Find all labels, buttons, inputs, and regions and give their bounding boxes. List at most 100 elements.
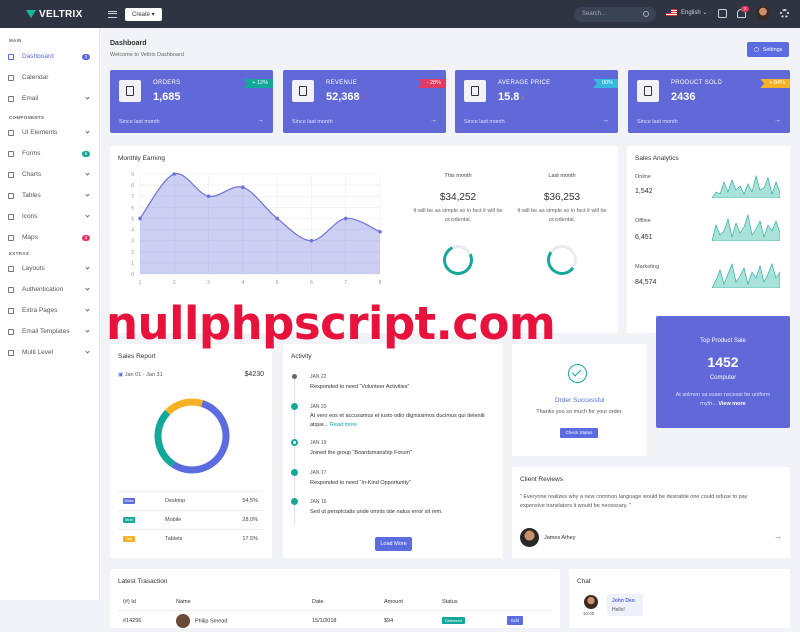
date-range-text: Jan 01 - Jan 31 <box>124 372 163 378</box>
timeline-date: JAN 19 <box>310 440 327 446</box>
data-point <box>241 185 245 190</box>
order-successful-card: Order Successful Thanks you so much for … <box>512 344 647 456</box>
stat-value: 1,685 <box>153 91 181 103</box>
language-selector[interactable]: English ⌄ <box>666 9 707 16</box>
customer-name: Philip Smead <box>195 618 228 625</box>
gear-icon <box>753 47 759 52</box>
layers-icon <box>292 80 314 102</box>
arrow-right-icon[interactable]: → <box>602 117 609 124</box>
list-icon <box>8 349 14 356</box>
sidebar-item-label: Calendar <box>22 74 49 81</box>
review-quote: ” Everyone realizes why a new common lan… <box>520 494 748 509</box>
sidebar-item-maps[interactable]: Maps 2 <box>0 227 99 248</box>
this-month-ring <box>438 240 478 280</box>
timeline-date: JAN 20 <box>310 404 327 410</box>
sidebar-item-multi-level[interactable]: Multi Level <box>0 342 99 363</box>
timeline-text: Responded to need “Volunteer Activities” <box>310 384 410 390</box>
cell-date: 15/1/2018 <box>312 618 337 625</box>
x-tick-label: 6 <box>310 280 313 286</box>
sidebar-item-label: Charts <box>22 171 42 178</box>
chevron-down-icon <box>85 307 90 312</box>
last-month-value: $36,253 <box>543 192 581 203</box>
y-tick-label: 8 <box>131 183 134 189</box>
stat-title: AVERAGE PRICE <box>498 80 551 86</box>
sidebar-item-forms[interactable]: Forms 6 <box>0 143 99 164</box>
data-point <box>378 229 382 234</box>
client-reviews-card: Client Reviews ” Everyone realizes why a… <box>512 467 790 558</box>
chevron-down-icon <box>85 129 90 134</box>
last-month-label: Last month <box>548 173 576 179</box>
read-more-link[interactable]: Read more <box>330 422 357 428</box>
view-more-link[interactable]: View more <box>718 401 745 407</box>
edit-button[interactable]: Edit <box>507 616 523 626</box>
chevron-down-icon <box>85 286 90 291</box>
arrow-right-icon[interactable]: → <box>257 117 264 124</box>
notification-badge: 3 <box>741 6 749 12</box>
card-title: Sales Report <box>118 353 156 360</box>
timeline-date: JAN 17 <box>310 470 327 476</box>
sidebar-item-extra-pages[interactable]: Extra Pages <box>0 300 99 321</box>
legend-value: 54.5% <box>242 498 258 504</box>
this-month-value: $34,252 <box>439 192 477 203</box>
sidebar-item-dashboard[interactable]: Dashboard 2 <box>0 46 99 67</box>
menu-icon[interactable] <box>108 10 117 18</box>
sidebar-item-label: UI Elements <box>22 129 58 136</box>
cell-amount: $94 <box>384 618 394 625</box>
chat-sender: John Deo <box>612 598 635 604</box>
chat-avatar <box>584 595 598 609</box>
timeline-dot <box>292 374 297 379</box>
sidebar-badge: 2 <box>82 53 90 60</box>
sidebar-item-calendar[interactable]: Calendar <box>0 67 99 88</box>
fullscreen-icon[interactable] <box>718 9 727 18</box>
stat-value: 52,368 <box>326 91 360 103</box>
chevron-down-icon <box>85 171 90 176</box>
x-tick-label: 7 <box>344 280 347 286</box>
legend-row-desktop: Desk Desktop 54.5% <box>118 491 263 510</box>
sidebar-badge: 2 <box>82 234 90 241</box>
sidebar-item-ui-elements[interactable]: UI Elements <box>0 122 99 143</box>
x-tick-label: 4 <box>241 280 244 286</box>
user-avatar[interactable] <box>756 6 770 20</box>
settings-button[interactable]: Settings <box>747 42 789 57</box>
stat-footer: Since last month <box>119 119 160 125</box>
chevron-down-icon <box>85 349 90 354</box>
chart-icon <box>8 171 14 178</box>
gear-icon[interactable] <box>780 9 789 18</box>
arrow-right-icon[interactable]: → <box>774 117 781 124</box>
sidebar-item-email[interactable]: Email <box>0 88 99 109</box>
card-title: Chat <box>577 578 591 585</box>
column-header: Date <box>312 599 324 606</box>
card-title: Sales Analytics <box>635 155 679 162</box>
stat-footer: Since last month <box>464 119 505 125</box>
sidebar-badge: 6 <box>82 150 90 157</box>
map-icon <box>8 234 14 241</box>
sidebar-item-tables[interactable]: Tables <box>0 185 99 206</box>
sidebar-item-icons[interactable]: Icons <box>0 206 99 227</box>
date-range: ▣ Jan 01 - Jan 31 <box>118 372 163 378</box>
arrow-right-icon[interactable]: → <box>774 532 782 541</box>
arrow-right-icon[interactable]: → <box>430 117 437 124</box>
load-more-button[interactable]: Load More <box>375 537 412 551</box>
create-button[interactable]: Create ▾ <box>125 7 162 21</box>
page-subtitle: Welcome to Veltrix Dashboard <box>110 52 184 58</box>
watermark-text: nullphpscript.com <box>106 297 556 350</box>
sidebar-item-label: Multi Level <box>22 349 54 356</box>
this-month-text: It will be as simple as in fact it will … <box>413 208 503 223</box>
check-status-button[interactable]: Check Status <box>560 428 598 438</box>
sidebar-item-authentication[interactable]: Authentication <box>0 279 99 300</box>
sidebar-item-label: Extra Pages <box>22 307 58 314</box>
timeline-item: JAN 19 Joined the group “Boardsmanship Fo… <box>310 440 412 456</box>
y-tick-label: 4 <box>131 228 134 234</box>
arrow-down-icon: ↓ <box>521 94 525 101</box>
tag-icon <box>464 80 486 102</box>
search-input[interactable]: Search... <box>574 7 656 22</box>
table-row: #14256 Philip Smead 15/1/2018 $94 Delive… <box>118 610 552 632</box>
sidebar-item-email-templates[interactable]: Email Templates <box>0 321 99 342</box>
x-tick-label: 2 <box>173 280 176 286</box>
sidebar-item-layouts[interactable]: Layouts <box>0 258 99 279</box>
forms-icon <box>8 150 14 157</box>
brand-logo[interactable]: VELTRIX <box>0 9 100 20</box>
chevron-down-icon <box>85 213 90 218</box>
language-label: English <box>681 9 701 16</box>
sidebar-item-charts[interactable]: Charts <box>0 164 99 185</box>
